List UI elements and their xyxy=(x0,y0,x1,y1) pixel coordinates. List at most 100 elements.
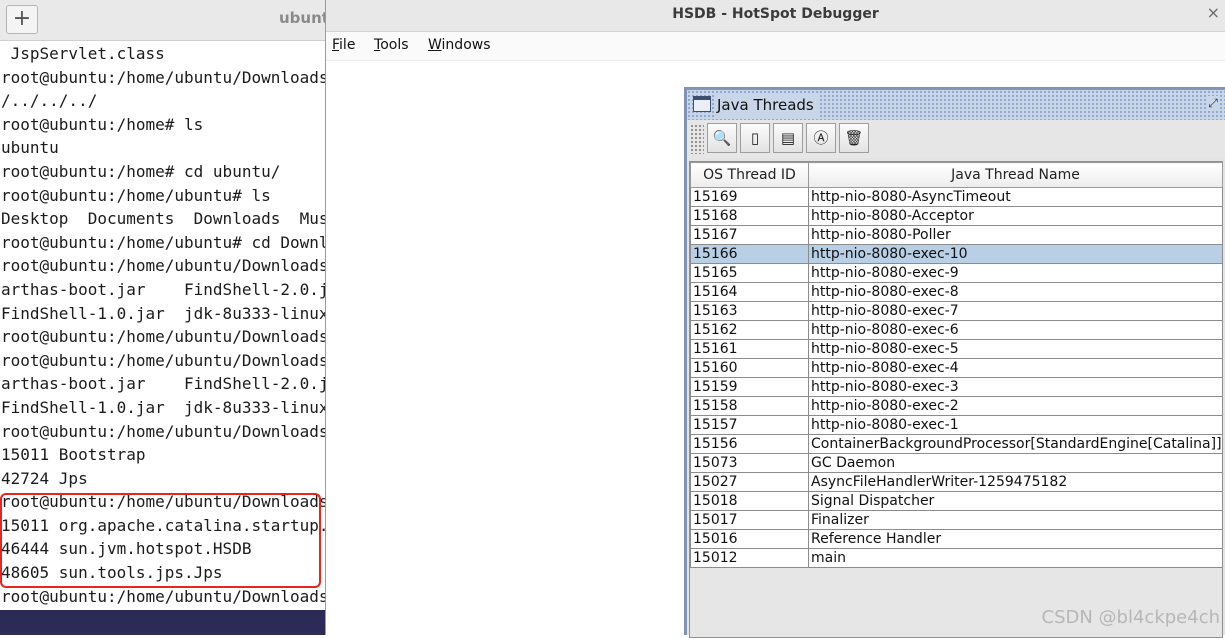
table-row[interactable]: 15017 Finalizer xyxy=(690,510,1223,530)
table-row[interactable]: 15156 ContainerBackgroundProcessor[Standa… xyxy=(690,434,1223,454)
terminal-line: Desktop Documents Downloads Mus xyxy=(1,209,325,229)
table-row[interactable]: 15159 http-nio-8080-exec-3 xyxy=(690,377,1223,397)
terminal-line: root@ubuntu:/home# ls xyxy=(1,114,204,134)
menu-file[interactable]: File xyxy=(332,37,355,53)
highlight-box xyxy=(0,493,321,588)
stack-memory-icon: ▯ xyxy=(750,129,760,147)
toolbar-grip[interactable] xyxy=(690,124,704,154)
terminal-line: arthas-boot.jar FindShell-2.0.j xyxy=(1,374,325,394)
cell-os-thread-id: 15167 xyxy=(690,225,809,245)
terminal-line: root@ubuntu:/home/ubuntu/Downloads xyxy=(1,421,325,441)
terminal-line: root@ubuntu:/home/ubuntu/Downloads xyxy=(1,350,325,370)
stack-memory-button[interactable]: ▯ xyxy=(740,123,770,153)
new-tab-button[interactable]: + xyxy=(6,5,38,34)
show-frames-button[interactable]: ▤ xyxy=(773,123,803,153)
cell-os-thread-id: 15166 xyxy=(690,244,809,264)
delete-button[interactable]: 🗑 xyxy=(839,123,869,153)
java-threads-title: Java Threads xyxy=(714,93,819,117)
table-row[interactable]: 15161 http-nio-8080-exec-5 xyxy=(690,339,1223,359)
terminal-line: ubuntu xyxy=(1,138,59,158)
java-threads-toolbar: 🔍 ▯ ▤ Ⓐ 🗑 xyxy=(687,120,1225,158)
terminal-line: arthas-boot.jar FindShell-2.0.j xyxy=(1,279,325,299)
table-row[interactable]: 15169 http-nio-8080-AsyncTimeout xyxy=(690,187,1223,207)
maximize-icon[interactable]: ⤢ xyxy=(1206,96,1220,110)
cell-java-thread-name: Signal Dispatcher xyxy=(808,491,1223,511)
table-header-row: OS Thread ID Java Thread Name xyxy=(690,162,1223,188)
cell-os-thread-id: 15161 xyxy=(690,339,809,359)
desktop-panel xyxy=(0,610,325,635)
thread-info-icon: Ⓐ xyxy=(813,129,829,147)
cell-java-thread-name: http-nio-8080-exec-7 xyxy=(808,301,1223,321)
terminal-line: root@ubuntu:/home# cd ubuntu/ xyxy=(1,161,281,181)
threads-table-body: 15169 http-nio-8080-AsyncTimeout 15168 http… xyxy=(690,187,1223,568)
terminal-line: root@ubuntu:/home/ubuntu/Downloads xyxy=(1,586,325,606)
cell-os-thread-id: 15156 xyxy=(690,434,809,454)
cell-os-thread-id: 15157 xyxy=(690,415,809,435)
table-row[interactable]: 15163 http-nio-8080-exec-7 xyxy=(690,301,1223,321)
cell-java-thread-name: http-nio-8080-exec-3 xyxy=(808,377,1223,397)
terminal-line: root@ubuntu:/home/ubuntu# cd Downl xyxy=(1,232,325,252)
cell-java-thread-name: http-nio-8080-exec-1 xyxy=(808,415,1223,435)
cell-os-thread-id: 15162 xyxy=(690,320,809,340)
hsdb-titlebar: HSDB - HotSpot Debugger × xyxy=(326,0,1225,32)
terminal-window[interactable]: + ubunt JspServlet.class root@ubuntu:/hom… xyxy=(0,0,325,635)
table-row[interactable]: 15157 http-nio-8080-exec-1 xyxy=(690,415,1223,435)
terminal-line: 15011 Bootstrap xyxy=(1,445,146,465)
menu-label: ile xyxy=(339,37,356,53)
cell-os-thread-id: 15016 xyxy=(690,529,809,549)
table-row[interactable]: 15160 http-nio-8080-exec-4 xyxy=(690,358,1223,378)
show-frames-icon: ▤ xyxy=(780,129,796,147)
watermark: CSDN @bl4ckpe4ch xyxy=(1041,607,1221,628)
terminal-line: JspServlet.class xyxy=(1,44,165,63)
menu-windows[interactable]: Windows xyxy=(428,37,491,53)
column-header-os-thread-id[interactable]: OS Thread ID xyxy=(690,162,809,188)
threads-table: OS Thread ID Java Thread Name 15169 http-… xyxy=(690,162,1223,568)
thread-info-button[interactable]: Ⓐ xyxy=(806,123,836,153)
cell-os-thread-id: 15073 xyxy=(690,453,809,473)
table-row[interactable]: 15167 http-nio-8080-Poller xyxy=(690,225,1223,245)
java-threads-titlebar[interactable]: Java Threads ⤢ xyxy=(687,90,1225,120)
table-row[interactable]: 15158 http-nio-8080-exec-2 xyxy=(690,396,1223,416)
cell-java-thread-name: http-nio-8080-exec-10 xyxy=(808,244,1223,264)
terminal-line: FindShell-1.0.jar jdk-8u333-linux xyxy=(1,397,325,417)
cell-os-thread-id: 15168 xyxy=(690,206,809,226)
table-row[interactable]: 15016 Reference Handler xyxy=(690,529,1223,549)
table-row[interactable]: 15166 http-nio-8080-exec-10 xyxy=(690,244,1223,264)
table-row[interactable]: 15012 main xyxy=(690,548,1223,568)
table-row[interactable]: 15168 http-nio-8080-Acceptor xyxy=(690,206,1223,226)
cell-os-thread-id: 15159 xyxy=(690,377,809,397)
table-row[interactable]: 15018 Signal Dispatcher xyxy=(690,491,1223,511)
table-row[interactable]: 15164 http-nio-8080-exec-8 xyxy=(690,282,1223,302)
java-threads-frame[interactable]: Java Threads ⤢ 🔍 ▯ ▤ Ⓐ 🗑 OS Thread ID Ja… xyxy=(684,87,1225,638)
hsdb-desktop: Java Threads ⤢ 🔍 ▯ ▤ Ⓐ 🗑 OS Thread ID Ja… xyxy=(326,61,1225,638)
terminal-line: root@ubuntu:/home/ubuntu/Downloads xyxy=(1,256,325,276)
cell-os-thread-id: 15017 xyxy=(690,510,809,530)
inspect-thread-button[interactable]: 🔍 xyxy=(707,123,737,153)
menu-bar: File Tools Windows xyxy=(326,32,1225,61)
table-row[interactable]: 15073 GC Daemon xyxy=(690,453,1223,473)
cell-java-thread-name: http-nio-8080-Acceptor xyxy=(808,206,1223,226)
cell-java-thread-name: main xyxy=(808,548,1223,568)
menu-label: ools xyxy=(380,37,409,53)
table-row[interactable]: 15162 http-nio-8080-exec-6 xyxy=(690,320,1223,340)
terminal-title: ubunt xyxy=(279,9,325,27)
inspect-thread-icon: 🔍 xyxy=(712,129,732,147)
terminal-line: root@ubuntu:/home/ubuntu/Downloads xyxy=(1,67,325,87)
close-icon[interactable]: × xyxy=(1207,3,1220,22)
cell-java-thread-name: http-nio-8080-exec-9 xyxy=(808,263,1223,283)
table-row[interactable]: 15165 http-nio-8080-exec-9 xyxy=(690,263,1223,283)
column-header-java-thread-name[interactable]: Java Thread Name xyxy=(808,162,1223,188)
cell-os-thread-id: 15169 xyxy=(690,187,809,207)
cell-os-thread-id: 15165 xyxy=(690,263,809,283)
cell-os-thread-id: 15027 xyxy=(690,472,809,492)
cell-java-thread-name: http-nio-8080-exec-2 xyxy=(808,396,1223,416)
terminal-line: root@ubuntu:/home/ubuntu/Downloads xyxy=(1,327,325,347)
table-row[interactable]: 15027 AsyncFileHandlerWriter-1259475182 xyxy=(690,472,1223,492)
menu-tools[interactable]: Tools xyxy=(374,37,409,53)
cell-java-thread-name: http-nio-8080-exec-6 xyxy=(808,320,1223,340)
cell-java-thread-name: http-nio-8080-exec-5 xyxy=(808,339,1223,359)
cell-java-thread-name: http-nio-8080-exec-4 xyxy=(808,358,1223,378)
cell-java-thread-name: ContainerBackgroundProcessor[StandardEng… xyxy=(808,434,1223,454)
cell-java-thread-name: GC Daemon xyxy=(808,453,1223,473)
cell-java-thread-name: http-nio-8080-exec-8 xyxy=(808,282,1223,302)
